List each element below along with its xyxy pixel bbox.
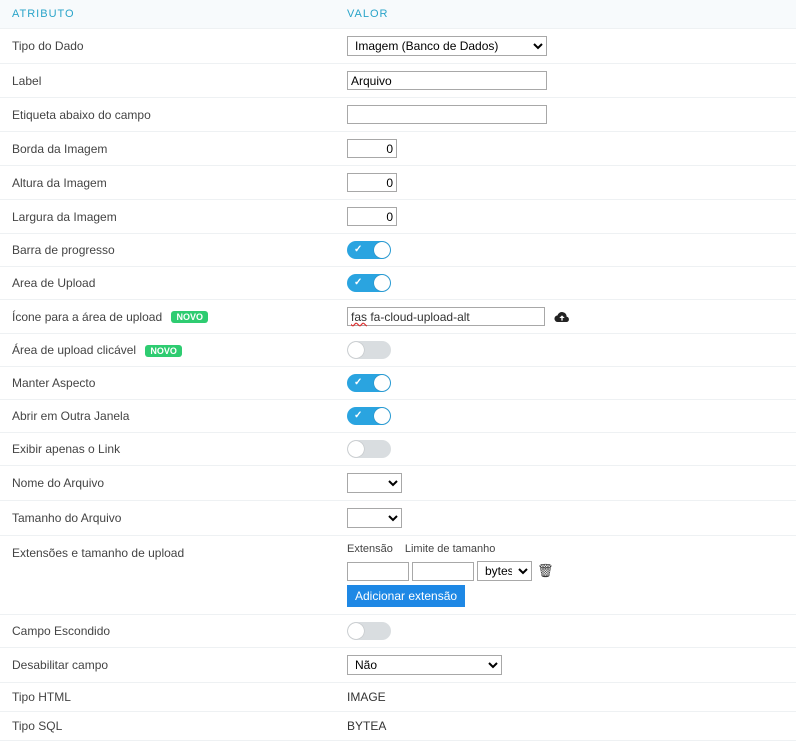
select-tam-arquivo[interactable]: [347, 508, 402, 528]
input-icone-upload[interactable]: fas fa-cloud-upload-alt: [347, 307, 545, 326]
badge-novo: NOVO: [171, 311, 208, 323]
input-limite[interactable]: [412, 562, 474, 581]
select-unit[interactable]: bytes: [477, 561, 532, 581]
toggle-clicavel[interactable]: [347, 341, 391, 359]
input-altura[interactable]: [347, 173, 397, 192]
select-desabilitar[interactable]: Não: [347, 655, 502, 675]
label-borda: Borda da Imagem: [0, 132, 335, 166]
check-icon: ✓: [354, 377, 362, 388]
input-borda[interactable]: [347, 139, 397, 158]
header-attribute: ATRIBUTO: [0, 0, 335, 29]
label-tam-arquivo: Tamanho do Arquivo: [0, 501, 335, 536]
label-escondido: Campo Escondido: [0, 615, 335, 648]
label-tipo-sql: Tipo SQL: [0, 712, 335, 741]
sublabel-extensao: Extensão: [347, 543, 393, 555]
input-largura[interactable]: [347, 207, 397, 226]
label-tipo-html: Tipo HTML: [0, 683, 335, 712]
label-extensoes: Extensões e tamanho de upload: [0, 536, 335, 615]
toggle-abrir[interactable]: ✓: [347, 407, 391, 425]
label-exibir-link: Exibir apenas o Link: [0, 433, 335, 466]
label-label: Label: [0, 64, 335, 98]
label-desabilitar: Desabilitar campo: [0, 648, 335, 683]
check-icon: ✓: [354, 244, 362, 255]
sublabel-limite: Limite de tamanho: [405, 543, 496, 555]
check-icon: ✓: [354, 277, 362, 288]
toggle-exibir-link[interactable]: [347, 440, 391, 458]
check-icon: ✓: [354, 410, 362, 421]
properties-table: ATRIBUTO VALOR Tipo do Dado Imagem (Banc…: [0, 0, 796, 741]
cloud-upload-icon[interactable]: [554, 309, 570, 326]
label-barra: Barra de progresso: [0, 234, 335, 267]
button-adicionar-extensao[interactable]: Adicionar extensão: [347, 585, 465, 607]
toggle-barra[interactable]: ✓: [347, 241, 391, 259]
label-aspecto: Manter Aspecto: [0, 367, 335, 400]
toggle-area-upload[interactable]: ✓: [347, 274, 391, 292]
label-abrir: Abrir em Outra Janela: [0, 400, 335, 433]
header-value: VALOR: [335, 0, 796, 29]
label-clicavel: Área de upload clicável NOVO: [0, 334, 335, 367]
label-area-upload: Area de Upload: [0, 267, 335, 300]
label-largura: Largura da Imagem: [0, 200, 335, 234]
label-nome-arquivo: Nome do Arquivo: [0, 466, 335, 501]
label-tipo-dado: Tipo do Dado: [0, 29, 335, 64]
badge-novo: NOVO: [145, 345, 182, 357]
select-tipo-dado[interactable]: Imagem (Banco de Dados): [347, 36, 547, 56]
toggle-aspecto[interactable]: ✓: [347, 374, 391, 392]
value-tipo-html: IMAGE: [335, 683, 796, 712]
input-etiqueta[interactable]: [347, 105, 547, 124]
select-nome-arquivo[interactable]: [347, 473, 402, 493]
label-altura: Altura da Imagem: [0, 166, 335, 200]
toggle-escondido[interactable]: [347, 622, 391, 640]
value-tipo-sql: BYTEA: [335, 712, 796, 741]
input-extensao[interactable]: [347, 562, 409, 581]
input-label[interactable]: [347, 71, 547, 90]
label-etiqueta: Etiqueta abaixo do campo: [0, 98, 335, 132]
trash-icon[interactable]: 🗑: [537, 563, 554, 579]
label-icone-upload: Ícone para a área de upload NOVO: [0, 300, 335, 334]
